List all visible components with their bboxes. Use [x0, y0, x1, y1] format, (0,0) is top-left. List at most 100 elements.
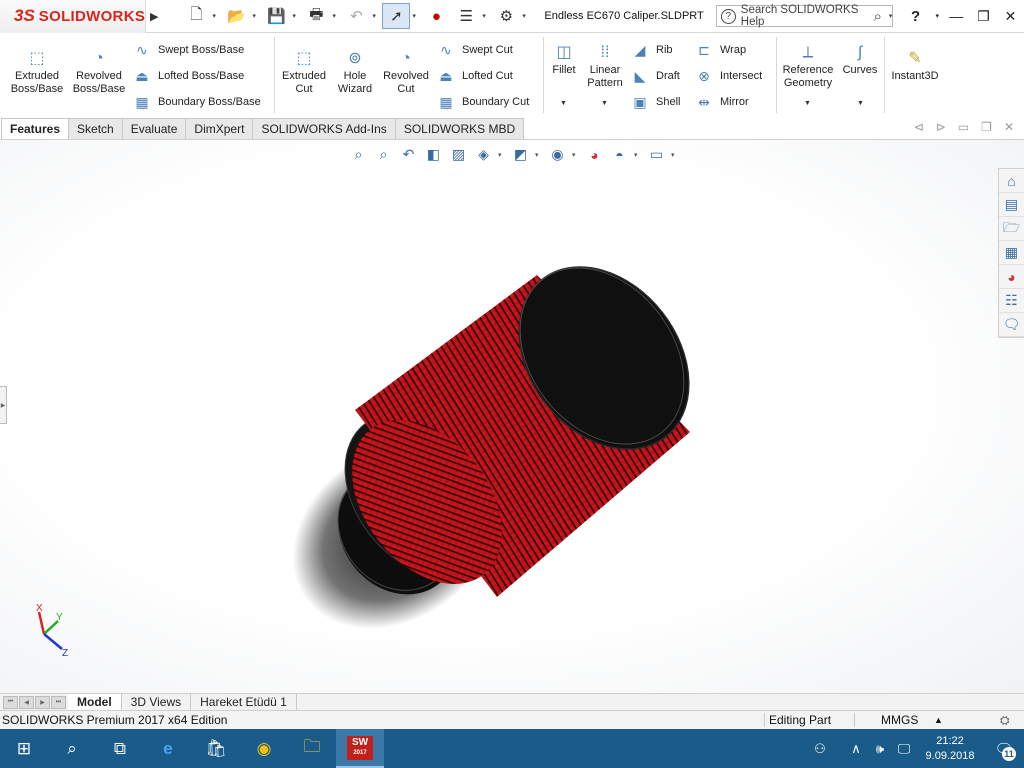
- people-icon[interactable]: ⚇: [808, 741, 832, 757]
- pane-right-icon[interactable]: ⊳: [936, 120, 946, 134]
- swept-cut-button[interactable]: ∿ Swept Cut: [436, 41, 513, 59]
- prev-tab-arrow-icon[interactable]: ◀: [19, 695, 34, 709]
- tab-sketch[interactable]: Sketch: [68, 118, 123, 139]
- draft-button[interactable]: ◣ Draft: [630, 67, 680, 85]
- print-dropdown-icon[interactable]: ▾: [332, 12, 340, 20]
- close-icon[interactable]: ✕: [997, 8, 1024, 25]
- solidworks-logo[interactable]: 3S SOLIDWORKS: [0, 0, 147, 33]
- tab-model[interactable]: Model: [68, 693, 122, 711]
- custom-properties-icon[interactable]: ☷: [999, 289, 1024, 313]
- search-help-box[interactable]: ? Search SOLIDWORKS Help ⌕ ▾: [715, 4, 894, 28]
- open-dropdown-icon[interactable]: ▾: [252, 12, 260, 20]
- linear-pattern-dropdown-icon[interactable]: ▼: [601, 100, 608, 107]
- doc-restore-icon[interactable]: ❐: [981, 120, 992, 134]
- shell-button[interactable]: ▣ Shell: [630, 93, 680, 111]
- options-dropdown-icon[interactable]: ▾: [522, 12, 530, 20]
- tab-3d-views[interactable]: 3D Views: [122, 693, 192, 711]
- curves-button[interactable]: ʃ Curves: [840, 41, 880, 77]
- file-properties-dropdown-icon[interactable]: ▾: [482, 12, 490, 20]
- edge-browser-icon[interactable]: e: [144, 729, 192, 768]
- chrome-browser-icon[interactable]: ◉: [240, 729, 288, 768]
- doc-minimize-icon[interactable]: ▭: [958, 120, 969, 134]
- taskbar-clock[interactable]: 21:22 9.09.2018: [916, 734, 984, 764]
- tab-evaluate[interactable]: Evaluate: [121, 118, 187, 139]
- revolved-boss-button[interactable]: ◔ Revolved Boss/Base: [70, 47, 128, 96]
- store-icon[interactable]: 🛍: [192, 729, 240, 768]
- help-button[interactable]: ?: [899, 8, 932, 25]
- file-explorer-icon[interactable]: 🗁: [999, 217, 1024, 241]
- tab-features[interactable]: Features: [1, 118, 70, 139]
- feature-manager-expand-handle[interactable]: ▶: [0, 386, 7, 424]
- intersect-button[interactable]: ⊗ Intersect: [694, 67, 762, 85]
- volume-icon[interactable]: 🕪: [868, 741, 892, 757]
- design-library-icon[interactable]: ▤: [999, 193, 1024, 217]
- minimize-icon[interactable]: —: [943, 8, 970, 24]
- file-explorer-taskbar-icon[interactable]: 🗀: [288, 729, 336, 768]
- wrap-button[interactable]: ⊏ Wrap: [694, 41, 746, 59]
- first-tab-arrow-icon[interactable]: ⏮: [3, 695, 18, 709]
- reference-geometry-button[interactable]: ⟂ Reference Geometry: [779, 41, 837, 90]
- pane-left-icon[interactable]: ⊲: [914, 120, 924, 134]
- last-tab-arrow-icon[interactable]: ⏭: [51, 695, 66, 709]
- swept-boss-button[interactable]: ∿ Swept Boss/Base: [132, 41, 244, 59]
- file-properties-icon[interactable]: ☰: [452, 3, 480, 29]
- menu-expand-arrow-icon[interactable]: ▶: [146, 0, 162, 33]
- task-view-icon[interactable]: ⧉: [96, 729, 144, 768]
- boundary-boss-button[interactable]: ▦ Boundary Boss/Base: [132, 93, 260, 111]
- extruded-cut-button[interactable]: ⬚ Extruded Cut: [278, 47, 330, 96]
- lofted-boss-button[interactable]: ⏏ Lofted Boss/Base: [132, 67, 244, 85]
- unit-system-dropdown-icon[interactable]: ▲: [934, 715, 1000, 725]
- undo-dropdown-icon[interactable]: ▾: [372, 12, 380, 20]
- tab-motion-study[interactable]: Hareket Etüdü 1: [191, 693, 297, 711]
- action-center-icon[interactable]: 🗨 11: [984, 729, 1024, 768]
- new-document-icon[interactable]: 🗋: [182, 3, 210, 29]
- hole-wizard-button[interactable]: ⊚ Hole Wizard: [332, 47, 378, 96]
- network-icon[interactable]: 🖵: [892, 741, 916, 757]
- instant3d-button[interactable]: ✎ Instant3D: [888, 47, 942, 83]
- forum-icon[interactable]: 🗨: [999, 313, 1024, 337]
- view-palette-icon[interactable]: ▦: [999, 241, 1024, 265]
- tab-dimxpert[interactable]: DimXpert: [185, 118, 254, 139]
- boundary-boss-icon: ▦: [135, 93, 149, 110]
- select-dropdown-icon[interactable]: ▾: [412, 12, 420, 20]
- air-filter-3d-model[interactable]: [0, 140, 1024, 693]
- graphics-area[interactable]: ⌕ ⌕ ↶ ◧ ▨ ◈ ▾ ◩ ▾ ◉ ▾ ◕ ◓ ▾ ▭ ▾ ⌂ ▤ 🗁 ▦ …: [0, 140, 1024, 693]
- search-dropdown-icon[interactable]: ▾: [889, 12, 893, 20]
- doc-close-icon[interactable]: ✕: [1004, 120, 1014, 134]
- reference-geometry-dropdown-icon[interactable]: ▼: [804, 100, 811, 107]
- linear-pattern-button[interactable]: ⁞⁞ Linear Pattern: [583, 41, 627, 90]
- save-dropdown-icon[interactable]: ▾: [292, 12, 300, 20]
- boundary-cut-button[interactable]: ▦ Boundary Cut: [436, 93, 529, 111]
- new-dropdown-icon[interactable]: ▾: [212, 12, 220, 20]
- tab-mbd[interactable]: SOLIDWORKS MBD: [394, 118, 525, 139]
- print-icon[interactable]: 🖶: [302, 3, 330, 29]
- save-icon[interactable]: 💾: [262, 3, 290, 29]
- appearances-scenes-icon[interactable]: ◕: [999, 265, 1024, 289]
- fillet-button[interactable]: ◫ Fillet: [547, 41, 581, 77]
- search-input[interactable]: Search SOLIDWORKS Help: [741, 4, 867, 28]
- mirror-button[interactable]: ⇹ Mirror: [694, 93, 749, 111]
- open-folder-icon[interactable]: 📂: [222, 3, 250, 29]
- undo-icon[interactable]: ↶: [342, 3, 370, 29]
- unit-system-text[interactable]: MMGS: [854, 713, 934, 727]
- extruded-boss-button[interactable]: ⬚ Extruded Boss/Base: [8, 47, 66, 96]
- solidworks-resources-home-icon[interactable]: ⌂: [999, 169, 1024, 193]
- taskbar-search-icon[interactable]: ⌕: [48, 729, 96, 768]
- windows-start-icon[interactable]: ⊞: [0, 729, 48, 768]
- show-hidden-icons-icon[interactable]: ∧: [844, 741, 868, 757]
- curves-dropdown-icon[interactable]: ▼: [857, 100, 864, 107]
- search-icon[interactable]: ⌕: [867, 8, 889, 25]
- options-gear-icon[interactable]: ⚙: [492, 3, 520, 29]
- rib-button[interactable]: ◢ Rib: [630, 41, 673, 59]
- help-dropdown-icon[interactable]: ▾: [932, 12, 943, 20]
- revolved-cut-button[interactable]: ◔ Revolved Cut: [380, 47, 432, 96]
- status-customize-icon[interactable]: ⛭: [1000, 713, 1024, 728]
- lofted-cut-button[interactable]: ⏏ Lofted Cut: [436, 67, 512, 85]
- restore-icon[interactable]: ❐: [970, 8, 997, 25]
- next-tab-arrow-icon[interactable]: ▶: [35, 695, 50, 709]
- tab-addins[interactable]: SOLIDWORKS Add-Ins: [252, 118, 396, 139]
- fillet-dropdown-icon[interactable]: ▼: [560, 100, 567, 107]
- solidworks-taskbar-button[interactable]: SW 2017: [336, 729, 384, 768]
- rebuild-traffic-light-icon[interactable]: ●: [422, 3, 450, 29]
- select-cursor-icon[interactable]: ➚: [382, 3, 411, 29]
